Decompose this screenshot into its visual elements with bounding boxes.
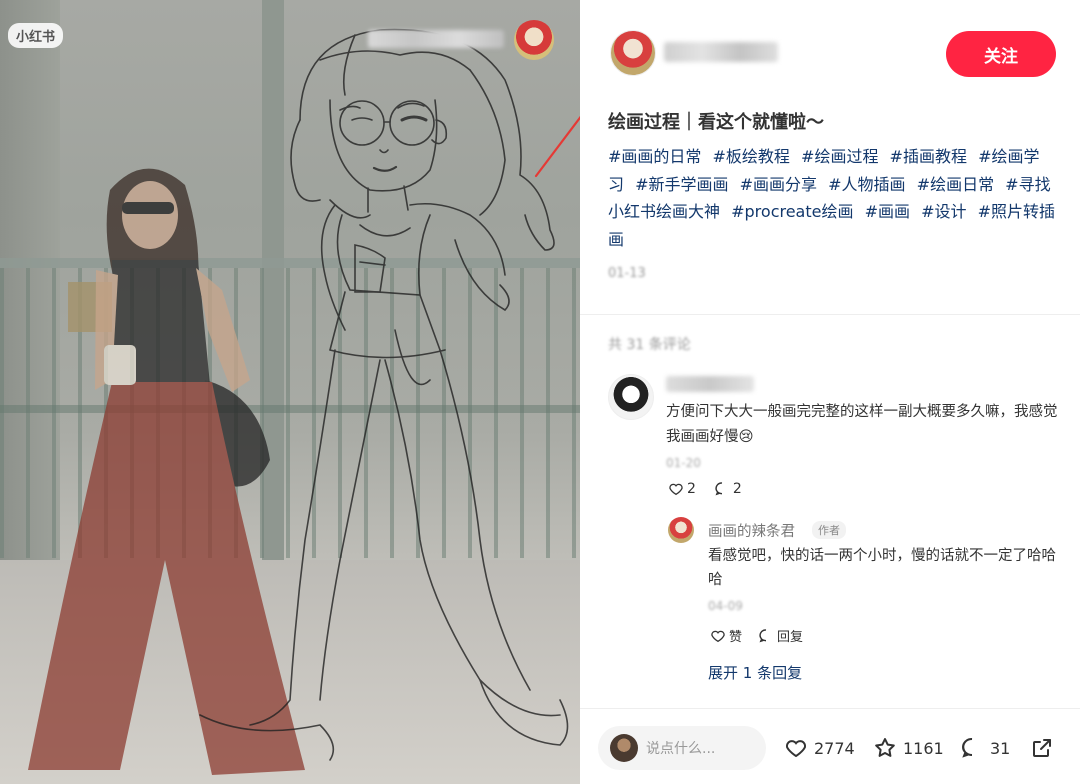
- comment-reply-count: 2: [732, 481, 742, 497]
- reply-actions: 赞 回复: [710, 626, 803, 645]
- note-info-panel: 关注 绘画过程｜看这个就懂啦～ #画画的日常 #板绘教程 #绘画过程 #插画教程…: [580, 0, 1080, 784]
- comment-input-placeholder: 说点什么...: [646, 741, 716, 757]
- tag-link[interactable]: #新手学画画: [635, 175, 728, 194]
- tag-link[interactable]: #插画教程: [890, 147, 967, 166]
- like-count: 2774: [814, 738, 855, 758]
- collect-count: 1161: [903, 738, 944, 758]
- blurred-commenter-name[interactable]: [666, 376, 754, 392]
- author-badge: 作者: [812, 521, 846, 539]
- tag-link[interactable]: #画画的日常: [608, 147, 701, 166]
- expand-replies-link[interactable]: 展开 1 条回复: [708, 662, 802, 683]
- reply-like-button[interactable]: 赞: [710, 626, 742, 645]
- pencil-sketch: [199, 28, 580, 761]
- comment-count: 共 31 条评论: [608, 337, 691, 353]
- comment-icon: [715, 482, 722, 496]
- blurred-username: [368, 30, 504, 48]
- comment-total: 31: [990, 738, 1011, 758]
- commenter-avatar[interactable]: [608, 374, 654, 420]
- note-date: 01-13: [608, 266, 646, 281]
- author-avatar[interactable]: [610, 30, 656, 76]
- heart-icon: [669, 483, 683, 496]
- heart-icon: [711, 630, 725, 642]
- comment-button[interactable]: 31: [960, 736, 1010, 760]
- comment-input[interactable]: 说点什么...: [598, 726, 766, 770]
- tag-link[interactable]: #绘画日常: [917, 175, 994, 194]
- bottom-action-bar: 说点什么... 2774 1161 31: [580, 708, 1080, 784]
- comment-icon: [759, 628, 767, 642]
- tag-list: #画画的日常 #板绘教程 #绘画过程 #插画教程 #绘画学习 #新手学画画 #画…: [608, 143, 1058, 253]
- comment-like-count: 2: [687, 481, 696, 497]
- comment-actions: 2 2: [668, 481, 742, 497]
- follow-button[interactable]: 关注: [946, 31, 1056, 77]
- tag-link[interactable]: #板绘教程: [713, 147, 790, 166]
- reply-author-name[interactable]: 画画的辣条君: [708, 520, 795, 541]
- comment-reply-button[interactable]: 2: [714, 481, 742, 497]
- comment-text: 方便问下大大一般画完完整的这样一副大概要多久嘛，我感觉我画画好慢😢: [666, 404, 1058, 445]
- xiaohongshu-logo: 小红书: [8, 23, 64, 48]
- tag-link[interactable]: #人物插画: [828, 175, 905, 194]
- my-avatar: [610, 734, 638, 762]
- share-icon: [1033, 739, 1051, 757]
- comment-like-button[interactable]: 2: [668, 481, 696, 497]
- star-icon: [875, 738, 895, 757]
- like-button[interactable]: 2774: [784, 736, 855, 760]
- reply-author-avatar[interactable]: [668, 517, 694, 543]
- tag-link[interactable]: #画画: [865, 202, 910, 221]
- reply-reply-label: 回复: [777, 630, 804, 645]
- tag-link[interactable]: #绘画过程: [801, 147, 878, 166]
- heart-icon: [785, 740, 807, 758]
- note-title: 绘画过程｜看这个就懂啦～: [608, 112, 824, 133]
- share-button[interactable]: [1030, 736, 1054, 760]
- collect-button[interactable]: 1161: [873, 736, 944, 760]
- reply-reply-button[interactable]: 回复: [758, 626, 803, 645]
- image-avatar: [514, 20, 554, 60]
- reply-date: 04-09: [708, 599, 743, 613]
- reply-text: 看感觉吧，快的话一两个小时，慢的话就不一定了哈哈哈: [708, 548, 1056, 588]
- reply-like-label: 赞: [729, 630, 743, 645]
- tag-link[interactable]: #procreate绘画: [731, 202, 853, 221]
- blurred-author-name[interactable]: [664, 42, 778, 62]
- tag-link[interactable]: #画画分享: [740, 175, 817, 194]
- divider: [580, 314, 1080, 315]
- comment-icon: [962, 737, 973, 758]
- tag-link[interactable]: #设计: [921, 202, 966, 221]
- comment-date: 01-20: [666, 456, 701, 470]
- note-image[interactable]: 小红书: [0, 0, 580, 784]
